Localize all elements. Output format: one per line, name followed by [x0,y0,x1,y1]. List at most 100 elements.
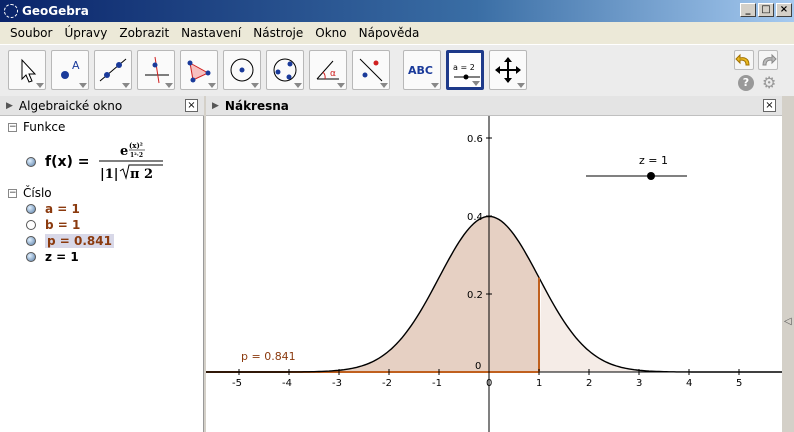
x-tick-label: -2 [382,378,392,389]
gear-icon[interactable]: ⚙ [762,75,776,91]
undo-button[interactable] [734,50,754,70]
point-tool-icon: A [61,59,80,79]
x-tick-label: -3 [332,378,342,389]
menu-nastaveni[interactable]: Nastavení [175,26,247,40]
minimize-button[interactable]: _ [740,3,756,17]
circle-tool-button[interactable] [223,50,261,90]
reflect-tool-icon [359,58,383,82]
algebra-panel-title: Algebraické okno [18,98,123,113]
text-tool-icon: ABC [408,64,433,77]
collapse-arrow-icon[interactable]: ▶ [212,101,219,111]
title-bar: GeoGebra _ □ × [0,0,794,22]
svg-text:A: A [72,59,80,72]
x-tick-label: -1 [432,378,442,389]
svg-text:ABC: ABC [408,64,433,77]
collapse-arrow-icon[interactable]: ▶ [6,101,13,111]
graphics-canvas[interactable]: -5 -4 -3 -2 -1 0 1 2 3 4 5 0.6 0.4 0.2 0 p = 0.841 z … [206,116,782,432]
slider-label: z = 1 [639,154,668,167]
x-tick-label: -5 [232,378,242,389]
x-tick-label: 2 [586,378,592,389]
menu-soubor[interactable]: Soubor [4,26,58,40]
graphics-view[interactable]: -5 -4 -3 -2 -1 0 1 2 3 4 5 0.6 0.4 0.2 0 p = 0.841 z … [206,116,782,432]
group-label: Funkce [23,120,66,134]
close-graphics-button[interactable]: × [763,99,776,112]
conic-tool-icon [273,58,297,82]
svg-text:1²·2: 1²·2 [130,152,143,159]
number-item-p[interactable]: p = 0.841 [26,234,114,248]
menu-okno[interactable]: Okno [309,26,352,40]
move-tool-icon [21,58,37,83]
line-tool-button[interactable] [94,50,132,90]
algebra-view: − Funkce f(x) = e (x)² 1²·2 |1| π 2 − Čí… [0,116,204,432]
close-algebra-button[interactable]: × [185,99,198,112]
conic-tool-button[interactable] [266,50,304,90]
tree-group-cislo[interactable]: − Číslo [8,186,52,200]
slider-handle[interactable] [647,172,655,180]
perpendicular-tool-icon [145,56,169,84]
angle-tool-button[interactable]: α [309,50,347,90]
x-tick-label: 5 [736,378,742,389]
tail-area [539,282,782,372]
visibility-toggle-icon[interactable] [26,236,36,246]
menu-zobrazit[interactable]: Zobrazit [113,26,175,40]
y-tick-label: 0.6 [467,134,483,145]
circle-tool-icon [230,58,254,82]
number-item-z[interactable]: z = 1 [26,250,79,264]
redo-button[interactable] [758,50,778,70]
undo-icon [735,53,750,66]
close-window-button[interactable]: × [776,3,792,17]
svg-text:α: α [330,69,336,79]
visibility-toggle-icon[interactable] [26,157,36,167]
number-item-b[interactable]: b = 1 [26,218,80,232]
p-value-label[interactable]: p = 0.841 [241,350,296,363]
toolbar: A α ABC a = 2 ? ⚙ [0,44,794,96]
y-tick-label: 0.2 [467,290,483,301]
function-item[interactable]: f(x) = e (x)² 1²·2 |1| π 2 [26,140,168,184]
x-tick-label: 4 [686,378,692,389]
y-tick-label: 0 [475,361,481,372]
visibility-toggle-icon[interactable] [26,220,36,230]
x-tick-label: 1 [536,378,542,389]
point-tool-button[interactable]: A [51,50,89,90]
reflect-tool-button[interactable] [352,50,390,90]
svg-text:(x)²: (x)² [129,141,143,150]
menu-napoveda[interactable]: Nápověda [353,26,426,40]
polygon-tool-icon [187,60,211,83]
graphics-panel-title: Nákresna [224,98,289,113]
geogebra-logo-icon [4,4,18,18]
group-label: Číslo [23,186,52,200]
menu-nastroje[interactable]: Nástroje [247,26,309,40]
menu-upravy[interactable]: Úpravy [58,26,113,40]
perpendicular-tool-button[interactable] [137,50,175,90]
x-tick-label: 0 [486,378,492,389]
algebra-panel-header: ▶ Algebraické okno × [0,96,204,116]
text-tool-button[interactable]: ABC [403,50,441,90]
move-view-tool-button[interactable] [489,50,527,90]
visibility-toggle-icon[interactable] [26,252,36,262]
menu-bar: Soubor Úpravy Zobrazit Nastavení Nástroj… [0,22,794,44]
x-tick-label: 3 [636,378,642,389]
visibility-toggle-icon[interactable] [26,204,36,214]
function-name: f(x) = [45,154,90,170]
collapse-icon[interactable]: − [8,122,17,132]
move-view-tool-icon [495,57,521,83]
expand-arrow-icon[interactable]: ◁ [784,316,792,327]
y-tick-label: 0.4 [467,212,483,223]
maximize-button[interactable]: □ [758,3,774,17]
redo-icon [762,53,777,66]
polygon-tool-button[interactable] [180,50,218,90]
move-tool-button[interactable] [8,50,46,90]
collapse-icon[interactable]: − [8,188,17,198]
item-label: a = 1 [45,202,80,216]
svg-text:|1|: |1| [100,167,119,182]
function-formula: e (x)² 1²·2 |1| π 2 [98,141,163,182]
graphics-panel-header: ▶ Nákresna × [206,96,782,116]
svg-text:a = 2: a = 2 [453,63,475,72]
item-label: z = 1 [45,250,79,264]
angle-tool-icon: α [316,60,339,80]
x-tick-label: -4 [282,378,292,389]
help-icon[interactable]: ? [738,75,754,91]
tree-group-funkce[interactable]: − Funkce [8,120,65,134]
number-item-a[interactable]: a = 1 [26,202,80,216]
slider-tool-button[interactable]: a = 2 [446,50,484,90]
